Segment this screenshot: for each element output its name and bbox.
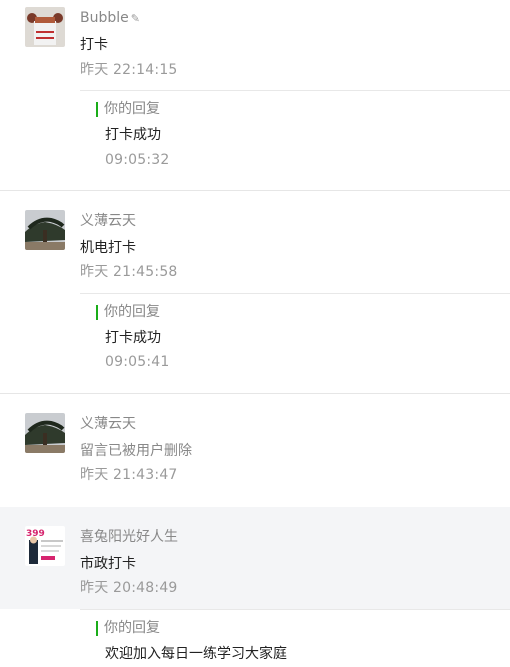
- comment-item-highlighted: 399 喜兔阳光好人生 市政打卡 昨天 20:48:49: [0, 507, 510, 609]
- comment-time: 昨天 22:14:15: [80, 62, 178, 78]
- reply-divider: [80, 90, 510, 91]
- reply-label: 你的回复: [96, 618, 160, 638]
- comment-time: 昨天 20:48:49: [80, 580, 178, 596]
- avatar[interactable]: [25, 413, 65, 453]
- comment-item: 义薄云天 留言已被用户删除 昨天 21:43:47: [0, 394, 510, 506]
- comment-content-deleted: 留言已被用户删除: [80, 443, 192, 459]
- verified-icon: ✎: [130, 12, 140, 25]
- avatar[interactable]: [25, 210, 65, 250]
- comment-content: 市政打卡: [80, 556, 136, 572]
- comment-author[interactable]: 义薄云天: [80, 414, 136, 434]
- comment-author[interactable]: 义薄云天: [80, 211, 136, 231]
- reply-text: 打卡成功: [105, 330, 161, 346]
- reply-divider: [80, 609, 510, 610]
- reply-divider: [80, 293, 510, 294]
- reply-time: 09:05:32: [105, 152, 170, 168]
- reply-label: 你的回复: [96, 302, 160, 322]
- comment-time: 昨天 21:45:58: [80, 264, 178, 280]
- comment-content: 机电打卡: [80, 240, 136, 256]
- avatar[interactable]: 399: [25, 526, 65, 566]
- comment-author[interactable]: 喜兔阳光好人生: [80, 527, 178, 547]
- avatar[interactable]: [25, 7, 65, 47]
- comment-item: Bubble ✎ 打卡 昨天 22:14:15 你的回复 打卡成功 09:05:3…: [0, 0, 510, 190]
- comment-item: 义薄云天 机电打卡 昨天 21:45:58 你的回复 打卡成功 09:05:41: [0, 191, 510, 393]
- reply-time: 09:05:41: [105, 354, 170, 370]
- reply-text: 打卡成功: [105, 127, 161, 143]
- comment-time: 昨天 21:43:47: [80, 467, 178, 483]
- comment-content: 打卡: [80, 37, 108, 53]
- author-name[interactable]: Bubble: [80, 10, 129, 26]
- comment-author[interactable]: Bubble ✎: [80, 8, 140, 29]
- reply-text: 欢迎加入每日一练学习大家庭: [105, 646, 287, 662]
- reply-label: 你的回复: [96, 99, 160, 119]
